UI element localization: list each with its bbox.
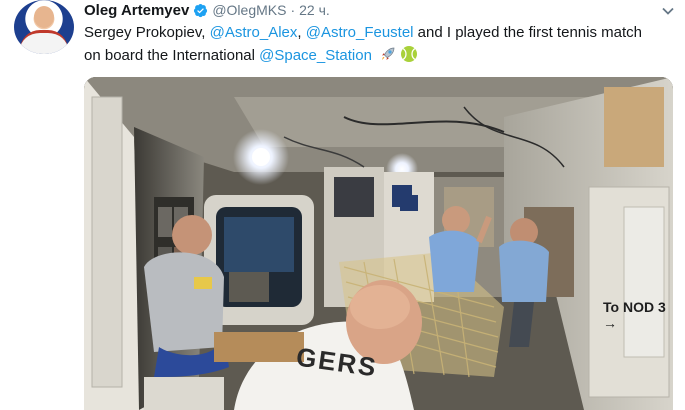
author-handle[interactable]: @OlegMKS <box>212 2 286 18</box>
tweet-timestamp[interactable]: 22 ч. <box>299 2 330 18</box>
mention-link[interactable]: @Astro_Feustel <box>306 24 414 41</box>
tweet-text-part: , <box>297 24 306 41</box>
author-name[interactable]: Oleg Artemyev <box>84 2 189 19</box>
verified-badge-icon <box>193 3 208 18</box>
tweet-media-image[interactable]: To NOD 3 → GERS <box>84 77 673 410</box>
module-sign-label: To NOD 3 → <box>603 299 666 331</box>
rocket-icon <box>379 45 397 63</box>
avatar-face <box>34 6 54 28</box>
tweet-text: Sergey Prokopiev, @Astro_Alex, @Astro_Fe… <box>84 21 644 67</box>
tweet-text-part: Sergey Prokopiev, <box>84 24 210 41</box>
separator-dot: · <box>290 2 296 18</box>
author-avatar[interactable] <box>14 0 74 54</box>
tweet-header: Oleg Artemyev @OlegMKS · 22 ч. <box>84 1 330 19</box>
mention-link[interactable]: @Astro_Alex <box>210 24 298 41</box>
avatar-suit <box>20 30 68 54</box>
tennis-ball-icon <box>400 45 418 63</box>
mention-link[interactable]: @Space_Station <box>259 47 372 64</box>
chevron-down-icon[interactable] <box>661 4 675 18</box>
iss-scene-illustration <box>84 77 673 410</box>
